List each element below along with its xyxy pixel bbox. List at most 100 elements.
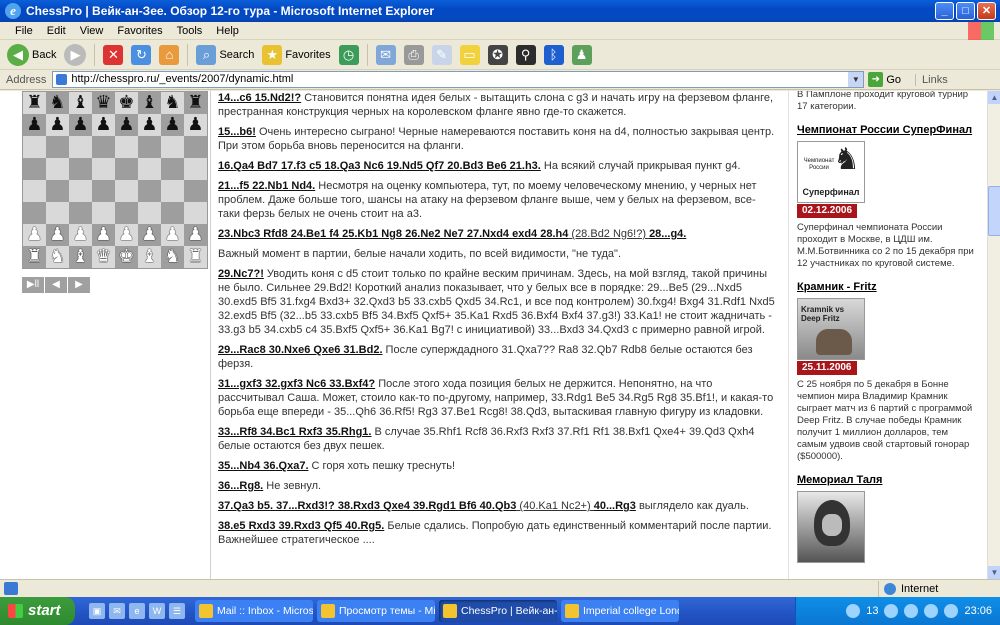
history-button[interactable]: ◷: [336, 42, 362, 68]
board-square[interactable]: [184, 136, 207, 158]
board-square[interactable]: ♟: [184, 224, 207, 246]
chess-piece-icon[interactable]: ♞: [49, 94, 65, 112]
board-square[interactable]: [69, 136, 92, 158]
chess-piece-icon[interactable]: ♝: [141, 94, 157, 112]
chess-piece-icon[interactable]: ♜: [26, 248, 42, 266]
news-title-kramnik[interactable]: Крамник - Fritz: [797, 280, 978, 294]
chess-piece-icon[interactable]: ♟: [164, 116, 180, 134]
board-square[interactable]: ♜: [23, 92, 46, 114]
board-square[interactable]: ♜: [184, 246, 207, 268]
stop-button[interactable]: ✕: [100, 42, 126, 68]
board-square[interactable]: [46, 158, 69, 180]
chess-piece-icon[interactable]: ♟: [141, 226, 157, 244]
board-square[interactable]: [92, 180, 115, 202]
board-next-button[interactable]: ▶: [68, 277, 90, 293]
board-square[interactable]: ♟: [46, 114, 69, 136]
chess-piece-icon[interactable]: ♟: [187, 116, 203, 134]
board-square[interactable]: [115, 136, 138, 158]
board-square[interactable]: ♝: [69, 246, 92, 268]
people-button[interactable]: ♟: [569, 42, 595, 68]
board-square[interactable]: ♟: [23, 224, 46, 246]
chess-piece-icon[interactable]: ♚: [118, 248, 134, 266]
chess-piece-icon[interactable]: ♟: [26, 116, 42, 134]
board-square[interactable]: [23, 202, 46, 224]
tray-icon[interactable]: [924, 604, 939, 618]
taskbar-item-imperial[interactable]: Imperial college London: [561, 600, 679, 622]
move-link[interactable]: 23.Nbc3 Rfd8 24.Be1 f4 25.Kb1 Ng8 26.Ne2…: [218, 228, 568, 240]
quicklaunch-icon[interactable]: ✉: [109, 603, 125, 619]
board-square[interactable]: [69, 158, 92, 180]
board-square[interactable]: ♞: [46, 246, 69, 268]
chess-piece-icon[interactable]: ♟: [49, 226, 65, 244]
board-square[interactable]: ♟: [138, 114, 161, 136]
board-square[interactable]: [92, 136, 115, 158]
board-square[interactable]: [184, 158, 207, 180]
board-square[interactable]: [115, 202, 138, 224]
chess-piece-icon[interactable]: ♟: [26, 226, 42, 244]
back-button[interactable]: ◀ Back: [4, 42, 59, 68]
tray-icon[interactable]: [904, 604, 919, 618]
board-square[interactable]: ♟: [161, 224, 184, 246]
scroll-down-button[interactable]: ▼: [988, 566, 1000, 579]
menu-favorites[interactable]: Favorites: [110, 25, 169, 37]
chess-piece-icon[interactable]: ♟: [164, 226, 180, 244]
taskbar-item-mail[interactable]: Mail :: Inbox - Micros...: [195, 600, 313, 622]
quicklaunch-icon[interactable]: e: [129, 603, 145, 619]
board-square[interactable]: ♞: [161, 92, 184, 114]
board-square[interactable]: [115, 158, 138, 180]
tray-icon[interactable]: [846, 604, 861, 618]
chess-piece-icon[interactable]: ♝: [72, 94, 88, 112]
board-square[interactable]: ♟: [23, 114, 46, 136]
move-link[interactable]: 38.e5 Rxd3 39.Rxd3 Qf5 40.Rg5.: [218, 520, 384, 532]
board-square[interactable]: ♞: [161, 246, 184, 268]
notes-button[interactable]: ▭: [457, 42, 483, 68]
refresh-button[interactable]: ↻: [128, 42, 154, 68]
move-link[interactable]: 36...Rg8.: [218, 480, 263, 492]
board-square[interactable]: ♟: [92, 114, 115, 136]
vertical-scrollbar[interactable]: ▲ ▼: [987, 91, 1000, 579]
chess-piece-icon[interactable]: ♟: [187, 226, 203, 244]
chess-piece-icon[interactable]: ♝: [72, 248, 88, 266]
minimize-button[interactable]: _: [935, 2, 954, 20]
move-link[interactable]: 37.Qa3 b5. 37...Rxd3!? 38.Rxd3 Qxe4 39.R…: [218, 500, 516, 512]
chess-piece-icon[interactable]: ♟: [118, 226, 134, 244]
forward-button[interactable]: ▶: [61, 42, 89, 68]
chess-piece-icon[interactable]: ♛: [95, 248, 111, 266]
tray-icon[interactable]: [944, 604, 959, 618]
chess-piece-icon[interactable]: ♜: [26, 94, 42, 112]
board-square[interactable]: [46, 202, 69, 224]
board-square[interactable]: [138, 202, 161, 224]
board-square[interactable]: ♚: [115, 246, 138, 268]
tray-icon[interactable]: [884, 604, 899, 618]
board-square[interactable]: [23, 180, 46, 202]
board-square[interactable]: ♝: [69, 92, 92, 114]
chess-piece-icon[interactable]: ♟: [49, 116, 65, 134]
chess-piece-icon[interactable]: ♟: [118, 116, 134, 134]
board-square[interactable]: ♚: [115, 92, 138, 114]
move-link[interactable]: 28...g4.: [649, 228, 686, 240]
move-link[interactable]: 29...Rac8 30.Nxe6 Qxe6 31.Bd2.: [218, 344, 383, 356]
chess-piece-icon[interactable]: ♟: [72, 116, 88, 134]
board-square[interactable]: ♟: [184, 114, 207, 136]
board-square[interactable]: [138, 180, 161, 202]
menu-tools[interactable]: Tools: [170, 25, 210, 37]
chess-piece-icon[interactable]: ♟: [95, 226, 111, 244]
board-square[interactable]: [46, 180, 69, 202]
taskbar-item-chesspro[interactable]: ChessPro | Вейк-ан-...: [439, 600, 557, 622]
board-square[interactable]: ♜: [23, 246, 46, 268]
menu-help[interactable]: Help: [209, 25, 246, 37]
board-square[interactable]: ♟: [115, 114, 138, 136]
move-link[interactable]: 21...f5 22.Nb1 Nd4.: [218, 180, 315, 192]
board-square[interactable]: ♟: [115, 224, 138, 246]
address-dropdown-icon[interactable]: ▼: [848, 72, 864, 87]
chess-piece-icon[interactable]: ♟: [141, 116, 157, 134]
research-button[interactable]: ✪: [485, 42, 511, 68]
board-square[interactable]: ♟: [69, 224, 92, 246]
menu-file[interactable]: File: [8, 25, 40, 37]
board-square[interactable]: [69, 180, 92, 202]
chess-piece-icon[interactable]: ♞: [164, 248, 180, 266]
chess-piece-icon[interactable]: ♟: [72, 226, 88, 244]
board-square[interactable]: [23, 158, 46, 180]
chess-piece-icon[interactable]: ♞: [164, 94, 180, 112]
maximize-button[interactable]: □: [956, 2, 975, 20]
